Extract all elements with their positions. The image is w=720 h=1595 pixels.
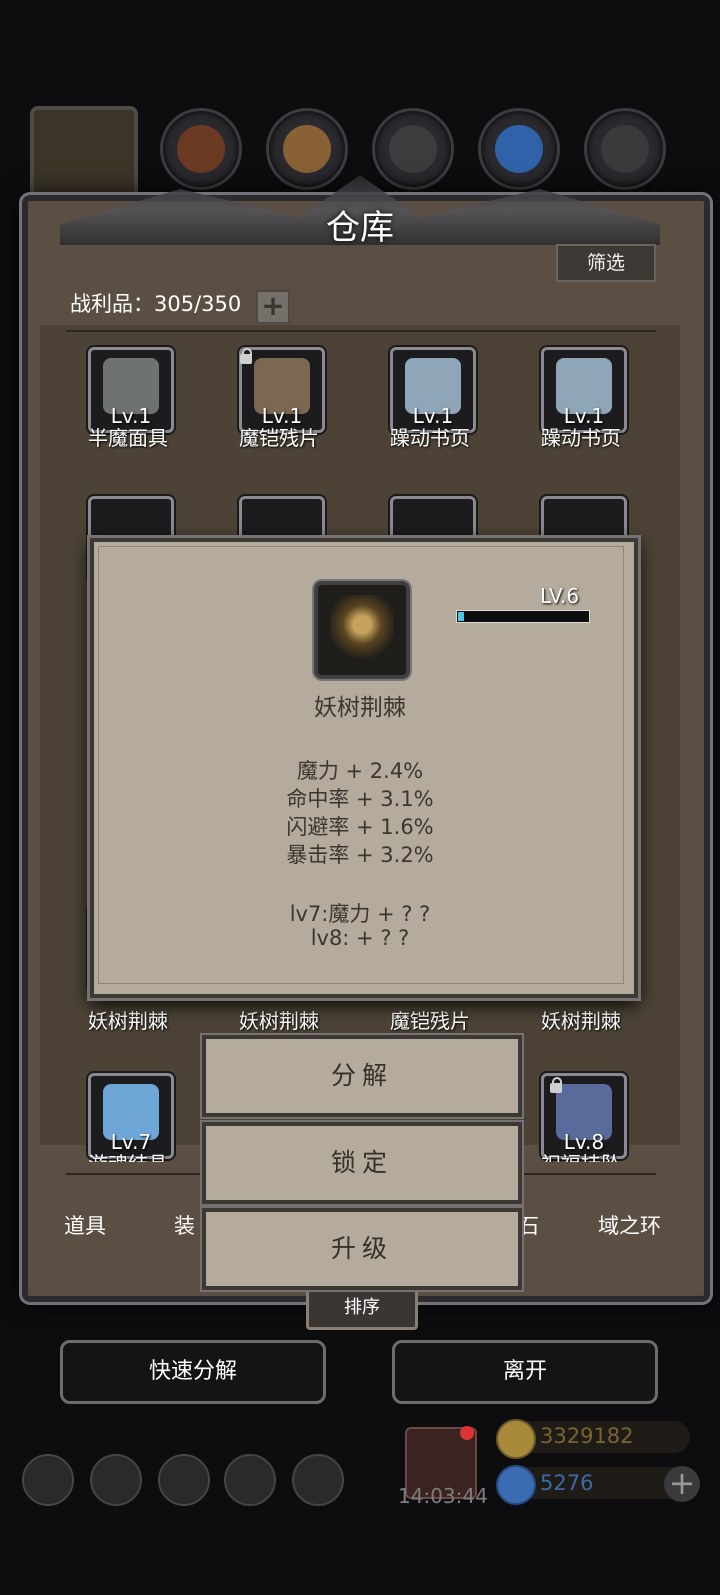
lock-icon — [240, 348, 252, 364]
tab-equipment[interactable]: 装 — [174, 1210, 195, 1240]
gem-amount: 5276 — [540, 1471, 594, 1495]
menu-icon[interactable] — [292, 1454, 344, 1506]
sort-button[interactable]: 排序 — [306, 1286, 418, 1330]
item-name: 妖树荆棘 — [239, 1009, 319, 1033]
resource-icon-plank[interactable] — [266, 108, 348, 190]
resource-icon-stone[interactable] — [584, 108, 666, 190]
item-name: 妖树荆棘 — [88, 1009, 168, 1033]
gold-amount: 3329182 — [540, 1424, 634, 1448]
resource-icon-crystal[interactable] — [478, 108, 560, 190]
next-level-lv7: lv7:魔力 + ? ? — [289, 902, 431, 926]
item-name: 半魔面具 — [88, 426, 168, 450]
stat-dodge-rate: 闪避率 + 1.6% — [286, 815, 434, 839]
filter-button[interactable]: 筛选 — [556, 244, 656, 282]
resource-icon-wood[interactable] — [160, 108, 242, 190]
item-name: 躁动书页 — [390, 426, 470, 450]
menu-icon[interactable] — [90, 1454, 142, 1506]
item-slot[interactable]: Lv.1 — [88, 347, 174, 433]
menu-icon[interactable] — [22, 1454, 74, 1506]
item-name: 祝福挂坠 — [516, 1148, 646, 1162]
level-progress-bar — [456, 610, 590, 623]
item-name: 躁动书页 — [541, 426, 621, 450]
gem-icon — [496, 1465, 536, 1505]
panel-title: 仓库 — [326, 208, 394, 248]
divider — [66, 330, 656, 332]
tab-domain-rings[interactable]: 域之环 — [598, 1210, 661, 1240]
item-name: 魔铠残片 — [390, 1009, 470, 1033]
lock-icon — [550, 1077, 562, 1093]
next-level-lv8: lv8: + ? ? — [310, 926, 410, 950]
item-title: 妖树荆棘 — [314, 695, 406, 721]
lock-button[interactable]: 锁定 — [202, 1122, 522, 1204]
tab-items[interactable]: 道具 — [64, 1210, 106, 1240]
item-level-label: LV.6 — [540, 584, 580, 608]
avatar[interactable] — [30, 106, 138, 204]
item-slot[interactable]: Lv.1 — [390, 347, 476, 433]
clock: 14:03:44 — [398, 1484, 488, 1508]
stat-magic: 魔力 + 2.4% — [296, 759, 424, 783]
item-slot[interactable]: Lv.7 — [88, 1073, 174, 1159]
item-slot[interactable]: Lv.1 — [541, 347, 627, 433]
resource-icon-iron[interactable] — [372, 108, 454, 190]
level-progress-fill — [458, 612, 464, 621]
loot-capacity: 战利品：305/350 — [70, 292, 242, 316]
stat-hit-rate: 命中率 + 3.1% — [286, 787, 434, 811]
quick-decompose-button[interactable]: 快速分解 — [60, 1340, 326, 1404]
upgrade-button[interactable]: 升级 — [202, 1208, 522, 1290]
item-icon-frame — [314, 581, 410, 679]
item-name: 妖树荆棘 — [541, 1009, 621, 1033]
leave-button[interactable]: 离开 — [392, 1340, 658, 1404]
notification-dot — [460, 1426, 474, 1440]
menu-icon[interactable] — [158, 1454, 210, 1506]
add-gems-button[interactable]: + — [664, 1466, 700, 1502]
expand-capacity-button[interactable]: + — [256, 290, 290, 324]
thorn-branch-icon — [330, 595, 394, 661]
gold-icon — [496, 1419, 536, 1459]
item-name: 游魂结晶 — [63, 1148, 193, 1162]
gem-bar — [510, 1467, 690, 1499]
stat-crit-rate: 暴击率 + 3.2% — [286, 843, 434, 867]
item-name: 魔铠残片 — [239, 426, 319, 450]
mail-icon[interactable] — [224, 1454, 276, 1506]
decompose-button[interactable]: 分解 — [202, 1035, 522, 1117]
